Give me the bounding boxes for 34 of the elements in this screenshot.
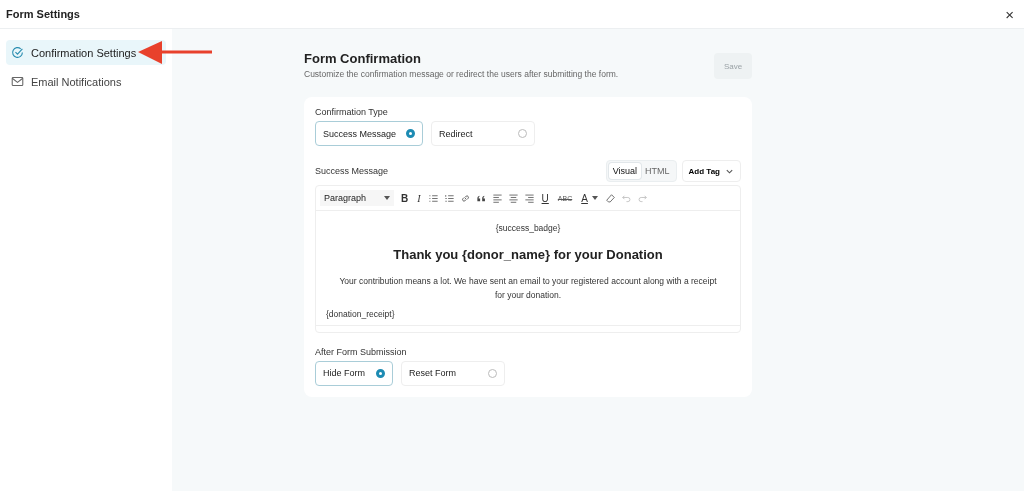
italic-button[interactable]: I [415,192,423,204]
radio-option[interactable]: Success Message [315,121,424,146]
placeholder-tag: {donation_receipt} [326,308,730,319]
add-tag-dropdown[interactable]: Add Tag [681,160,741,182]
close-button[interactable]: × [1001,5,1018,23]
text-color-button[interactable]: A [579,192,600,204]
section-label: Success Message [315,166,390,176]
window-title: Form Settings [6,8,80,20]
mode-tab[interactable]: Visual [608,163,642,179]
page-subtitle: Customize the confirmation message or redirect the users after submitting the form. [304,69,619,79]
bullet-list-icon[interactable] [427,192,439,204]
align-center-icon[interactable] [507,192,519,204]
format-dropdown[interactable]: Paragraph [320,190,394,206]
numbered-list-icon[interactable] [443,192,455,204]
bold-button[interactable]: B [399,192,411,204]
eraser-icon[interactable] [604,192,616,204]
page-title: Form Confirmation [304,51,422,66]
mode-tab[interactable]: HTML [641,163,674,179]
envelope-icon [11,75,24,88]
section-label: Confirmation Type [315,107,389,117]
align-right-icon[interactable] [523,192,535,204]
message-paragraph: Your contribution means a lot. We have sent an email to your registered account along with a receipt for your donation. [338,275,718,303]
sidebar-item[interactable]: Confirmation Settings [6,40,166,65]
section-label: After Form Submission [315,346,408,357]
radio-option[interactable]: Reset Form [401,360,505,386]
underline-button[interactable]: U [539,192,551,204]
align-left-icon[interactable] [491,192,503,204]
message-heading: Thank you {donor_name} for your Donation [392,247,664,262]
radio-option[interactable]: Hide Form [315,360,393,386]
check-circle-icon [11,46,24,59]
radio-option[interactable]: Redirect [431,121,536,146]
placeholder-tag: {success_badge} [326,223,730,233]
sidebar-item[interactable]: Email Notifications [6,69,166,94]
link-icon[interactable] [459,192,471,204]
